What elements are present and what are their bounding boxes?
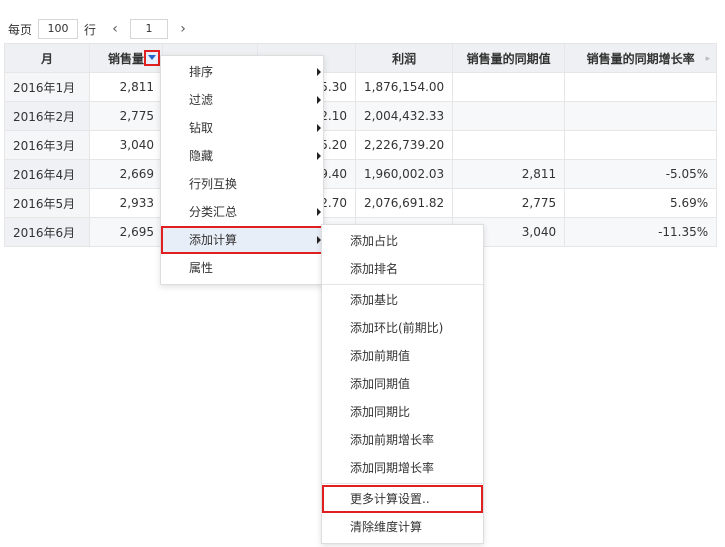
cell-sales: 2,669 <box>89 159 163 189</box>
per-page-input[interactable]: 100 <box>38 19 79 39</box>
menu-item-swap-rows-columns[interactable]: 行列互换 <box>161 170 323 198</box>
data-table: 月 销售量 利润 销售量的同期值 销售量的同期增长率 ▸ 2016年1月 2,8… <box>4 43 718 247</box>
cell-month: 2016年1月 <box>4 72 90 102</box>
cell-month: 2016年2月 <box>4 101 90 131</box>
cell-sales: 2,775 <box>89 101 163 131</box>
cell-sales-yoy-growth: -5.05% <box>564 159 718 189</box>
submenu-item-add-yoy-growth[interactable]: 添加同期增长率 <box>322 454 483 482</box>
submenu-arrow-icon <box>317 152 321 160</box>
cell-sales-yoy-value: 2,811 <box>452 159 566 189</box>
cell-sales-yoy-value <box>452 130 566 160</box>
submenu-item-add-previous-value[interactable]: 添加前期值 <box>322 342 483 370</box>
column-header-sales-yoy-value[interactable]: 销售量的同期值 <box>452 43 566 73</box>
cell-sales: 2,933 <box>89 188 163 218</box>
submenu-arrow-icon <box>317 124 321 132</box>
menu-item-label: 过滤 <box>189 93 214 107</box>
menu-item-label: 隐藏 <box>189 149 214 163</box>
column-header-sales-yoy-growth[interactable]: 销售量的同期增长率 ▸ <box>564 43 718 73</box>
column-header-sales[interactable]: 销售量 <box>89 43 163 73</box>
column-header-sales-label: 销售量 <box>107 51 144 66</box>
cell-month: 2016年3月 <box>4 130 90 160</box>
table-header-row: 月 销售量 利润 销售量的同期值 销售量的同期增长率 ▸ <box>4 43 718 73</box>
next-page-icon[interactable]: › <box>176 21 190 37</box>
cell-profit: 1,876,154.00 <box>354 72 454 102</box>
menu-divider <box>322 284 483 285</box>
submenu-arrow-icon <box>317 208 321 216</box>
submenu-item-more-calc-settings[interactable]: 更多计算设置.. <box>322 485 483 513</box>
submenu-item-add-yoy-ratio[interactable]: 添加同期比 <box>322 398 483 426</box>
submenu-item-add-previous-growth[interactable]: 添加前期增长率 <box>322 426 483 454</box>
table-row: 2016年2月 2,775 2.10 2,004,432.33 <box>4 101 718 131</box>
menu-item-label: 行列互换 <box>189 177 238 191</box>
cell-sales-yoy-growth: -11.35% <box>564 217 718 247</box>
submenu-item-add-base-ratio[interactable]: 添加基比 <box>322 286 483 314</box>
page-number-input[interactable]: 1 <box>130 19 169 39</box>
menu-item-filter[interactable]: 过滤 <box>161 86 323 114</box>
cell-sales: 2,811 <box>89 72 163 102</box>
add-calculation-submenu: 添加占比 添加排名 添加基比 添加环比(前期比) 添加前期值 添加同期值 添加同… <box>321 224 484 544</box>
submenu-item-add-period-ratio[interactable]: 添加环比(前期比) <box>322 314 483 342</box>
expand-arrow-icon[interactable]: ▸ <box>706 54 711 64</box>
column-dropdown-button[interactable] <box>144 49 160 66</box>
cell-profit: 2,076,691.82 <box>354 188 454 218</box>
menu-item-label: 属性 <box>189 261 214 275</box>
per-page-label: 每页 <box>8 22 33 37</box>
menu-item-label: 分类汇总 <box>189 205 238 219</box>
table-row: 2016年5月 2,933 2.70 2,076,691.82 2,775 5.… <box>4 188 718 218</box>
menu-item-label: 添加计算 <box>189 233 238 247</box>
cell-sales-yoy-value: 2,775 <box>452 188 566 218</box>
column-header-profit[interactable]: 利润 <box>354 43 454 73</box>
submenu-item-add-yoy-value[interactable]: 添加同期值 <box>322 370 483 398</box>
submenu-item-add-rank[interactable]: 添加排名 <box>322 255 483 283</box>
cell-sales: 2,695 <box>89 217 163 247</box>
cell-sales-yoy-growth <box>564 72 718 102</box>
column-header-month[interactable]: 月 <box>4 43 90 73</box>
submenu-arrow-icon <box>317 68 321 76</box>
menu-item-label: 排序 <box>189 65 214 79</box>
cell-month: 2016年5月 <box>4 188 90 218</box>
cell-month: 2016年4月 <box>4 159 90 189</box>
column-context-menu: 排序 过滤 钻取 隐藏 行列互换 分类汇总 添加计算 属性 <box>160 55 324 285</box>
menu-item-add-calculation[interactable]: 添加计算 <box>161 226 323 254</box>
menu-item-sort[interactable]: 排序 <box>161 58 323 86</box>
table-row: 2016年1月 2,811 5.30 1,876,154.00 <box>4 72 718 102</box>
cell-sales-yoy-growth <box>564 130 718 160</box>
menu-item-drill[interactable]: 钻取 <box>161 114 323 142</box>
table-row: 2016年3月 3,040 5.20 2,226,739.20 <box>4 130 718 160</box>
table-row: 2016年4月 2,669 9.40 1,960,002.03 2,811 -5… <box>4 159 718 189</box>
cell-profit: 1,960,002.03 <box>354 159 454 189</box>
cell-profit: 2,226,739.20 <box>354 130 454 160</box>
column-header-sales-yoy-growth-label: 销售量的同期增长率 <box>586 51 695 66</box>
prev-page-icon[interactable]: ‹ <box>108 21 122 37</box>
cell-sales-yoy-growth <box>564 101 718 131</box>
menu-item-subtotal[interactable]: 分类汇总 <box>161 198 323 226</box>
menu-item-label: 钻取 <box>189 121 214 135</box>
submenu-arrow-icon <box>317 96 321 104</box>
menu-divider <box>322 483 483 484</box>
cell-month: 2016年6月 <box>4 217 90 247</box>
menu-item-hide[interactable]: 隐藏 <box>161 142 323 170</box>
cell-sales: 3,040 <box>89 130 163 160</box>
row-label: 行 <box>84 22 97 37</box>
cell-sales-yoy-value <box>452 72 566 102</box>
submenu-item-add-percentage[interactable]: 添加占比 <box>322 227 483 255</box>
cell-profit: 2,004,432.33 <box>354 101 454 131</box>
menu-item-properties[interactable]: 属性 <box>161 254 323 282</box>
cell-sales-yoy-growth: 5.69% <box>564 188 718 218</box>
pagination-bar: 每页 100 行 ‹ 1 › <box>8 18 190 40</box>
cell-sales-yoy-value <box>452 101 566 131</box>
chevron-down-icon <box>148 54 156 60</box>
submenu-item-clear-dimension-calc[interactable]: 清除维度计算 <box>322 513 483 541</box>
